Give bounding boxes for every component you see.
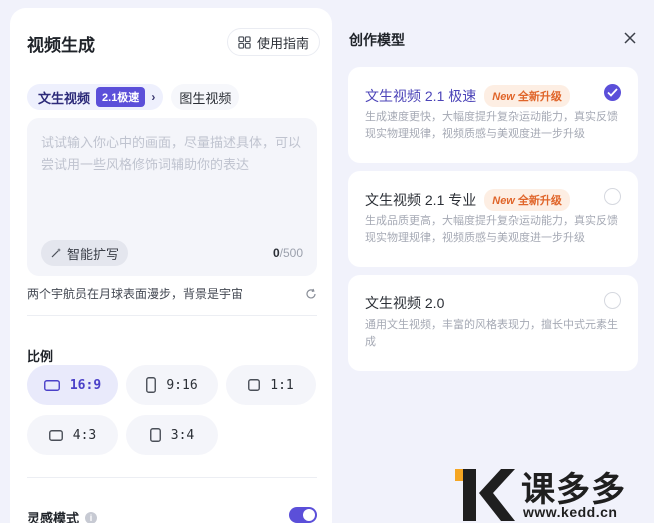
landscape-ratio-icon [48, 429, 63, 441]
tab-image-to-video[interactable]: 图生视频 [171, 84, 240, 110]
ratio-4-3-label: 4:3 [72, 427, 97, 443]
chevron-right-icon: › [151, 90, 156, 104]
brand-logo-icon [455, 469, 515, 521]
model-card-2-0[interactable]: 文生视频 2.0 通用文生视频，丰富的风格表现力，擅长中式元素生成 [348, 275, 638, 371]
ratio-3-4-button[interactable]: 3:4 [126, 415, 218, 455]
smart-expand-label: 智能扩写 [67, 246, 120, 262]
divider [27, 477, 317, 478]
landscape-ratio-icon [43, 379, 60, 391]
magic-wand-icon [51, 248, 61, 258]
new-badge-text: 全新升级 [517, 91, 562, 103]
divider [27, 315, 317, 316]
ratio-1-1-label: 1:1 [270, 377, 294, 393]
tab-image-to-video-label: 图生视频 [179, 90, 232, 106]
inspiration-mode-label: 灵感模式 i [27, 508, 98, 523]
model-radio[interactable] [604, 188, 621, 205]
model-name: 文生视频 2.1 极速 New 全新升级 [365, 85, 570, 107]
model-name: 文生视频 2.1 专业 New 全新升级 [365, 189, 570, 211]
ratio-9-16-button[interactable]: 9:16 [126, 365, 218, 405]
smart-expand-button[interactable]: 智能扩写 [41, 240, 129, 266]
grid-icon [238, 35, 251, 49]
new-badge-new: New [492, 195, 515, 207]
panel-title: 视频生成 [27, 36, 95, 55]
portrait-ratio-icon [149, 428, 161, 442]
new-badge: New 全新升级 [484, 189, 570, 211]
model-name: 文生视频 2.0 [365, 293, 444, 313]
close-icon[interactable] [622, 30, 638, 46]
new-badge-new: New [492, 91, 515, 103]
char-count: 0/500 [273, 246, 303, 260]
new-badge: New 全新升级 [484, 85, 570, 107]
model-radio[interactable] [604, 292, 621, 309]
info-icon[interactable]: i [85, 511, 98, 523]
example-prompt[interactable]: 两个宇航员在月球表面漫步，背景是宇宙 [27, 285, 243, 302]
inspiration-mode-toggle[interactable] [289, 507, 317, 523]
model-card-2-1-pro[interactable]: 文生视频 2.1 专业 New 全新升级 生成品质更高，大幅度提升复杂运动能力，真… [348, 171, 638, 267]
ratio-3-4-label: 3:4 [170, 427, 195, 443]
refresh-icon[interactable] [305, 288, 317, 300]
inspiration-mode-text: 灵感模式 [27, 511, 80, 523]
model-name-text: 文生视频 2.1 极速 [365, 88, 477, 104]
ratio-16-9-button[interactable]: 16:9 [27, 365, 118, 405]
ratio-9-16-label: 9:16 [166, 377, 198, 393]
portrait-ratio-icon [146, 377, 157, 393]
ratio-16-9-label: 16:9 [69, 377, 102, 393]
tab-text-to-video[interactable]: 文生视频 2.1极速 › [27, 84, 164, 110]
char-count-max: /500 [279, 246, 303, 260]
new-badge-text: 全新升级 [517, 195, 562, 207]
watermark-url: www.kedd.cn [523, 504, 618, 520]
model-card-2-1-speed[interactable]: 文生视频 2.1 极速 New 全新升级 生成速度更快，大幅度提升复杂运动能力，真… [348, 67, 638, 163]
prompt-placeholder: 试试输入你心中的画面，尽量描述具体，可以尝试用一些风格修饰词辅助你的表达 [41, 135, 302, 172]
model-name-text: 文生视频 2.0 [365, 295, 445, 311]
model-description: 通用文生视频，丰富的风格表现力，擅长中式元素生成 [365, 319, 618, 348]
guide-button[interactable]: 使用指南 [227, 28, 321, 56]
model-description: 生成品质更高，大幅度提升复杂运动能力，真实反馈现实物理规律，视频质感与美观度进一… [365, 215, 618, 244]
video-generation-panel: 视频生成 使用指南 文生视频 2.1极速 › 图生视频 试试输入你心中的画面，尽… [10, 8, 332, 523]
model-name-text: 文生视频 2.1 专业 [365, 192, 477, 208]
example-prompt-row: 两个宇航员在月球表面漫步，背景是宇宙 [27, 285, 317, 302]
speed-badge: 2.1极速 [96, 87, 146, 107]
prompt-textarea[interactable]: 试试输入你心中的画面，尽量描述具体，可以尝试用一些风格修饰词辅助你的表达 智能扩… [27, 118, 317, 276]
guide-button-label: 使用指南 [257, 35, 310, 51]
tab-text-to-video-label: 文生视频 [38, 90, 91, 106]
model-panel-title: 创作模型 [349, 32, 405, 48]
model-description: 生成速度更快，大幅度提升复杂运动能力，真实反馈现实物理规律，视频质感与美观度进一… [365, 111, 618, 140]
check-icon [607, 88, 618, 97]
mode-tabs: 文生视频 2.1极速 › 图生视频 [27, 84, 240, 110]
ratio-1-1-button[interactable]: 1:1 [226, 365, 316, 405]
model-radio-selected[interactable] [604, 84, 621, 101]
ratio-label: 比例 [27, 349, 54, 364]
char-count-current: 0 [272, 246, 280, 260]
watermark: 课多多 www.kedd.cn [455, 462, 654, 523]
ratio-4-3-button[interactable]: 4:3 [27, 415, 118, 455]
square-ratio-icon [248, 379, 261, 391]
